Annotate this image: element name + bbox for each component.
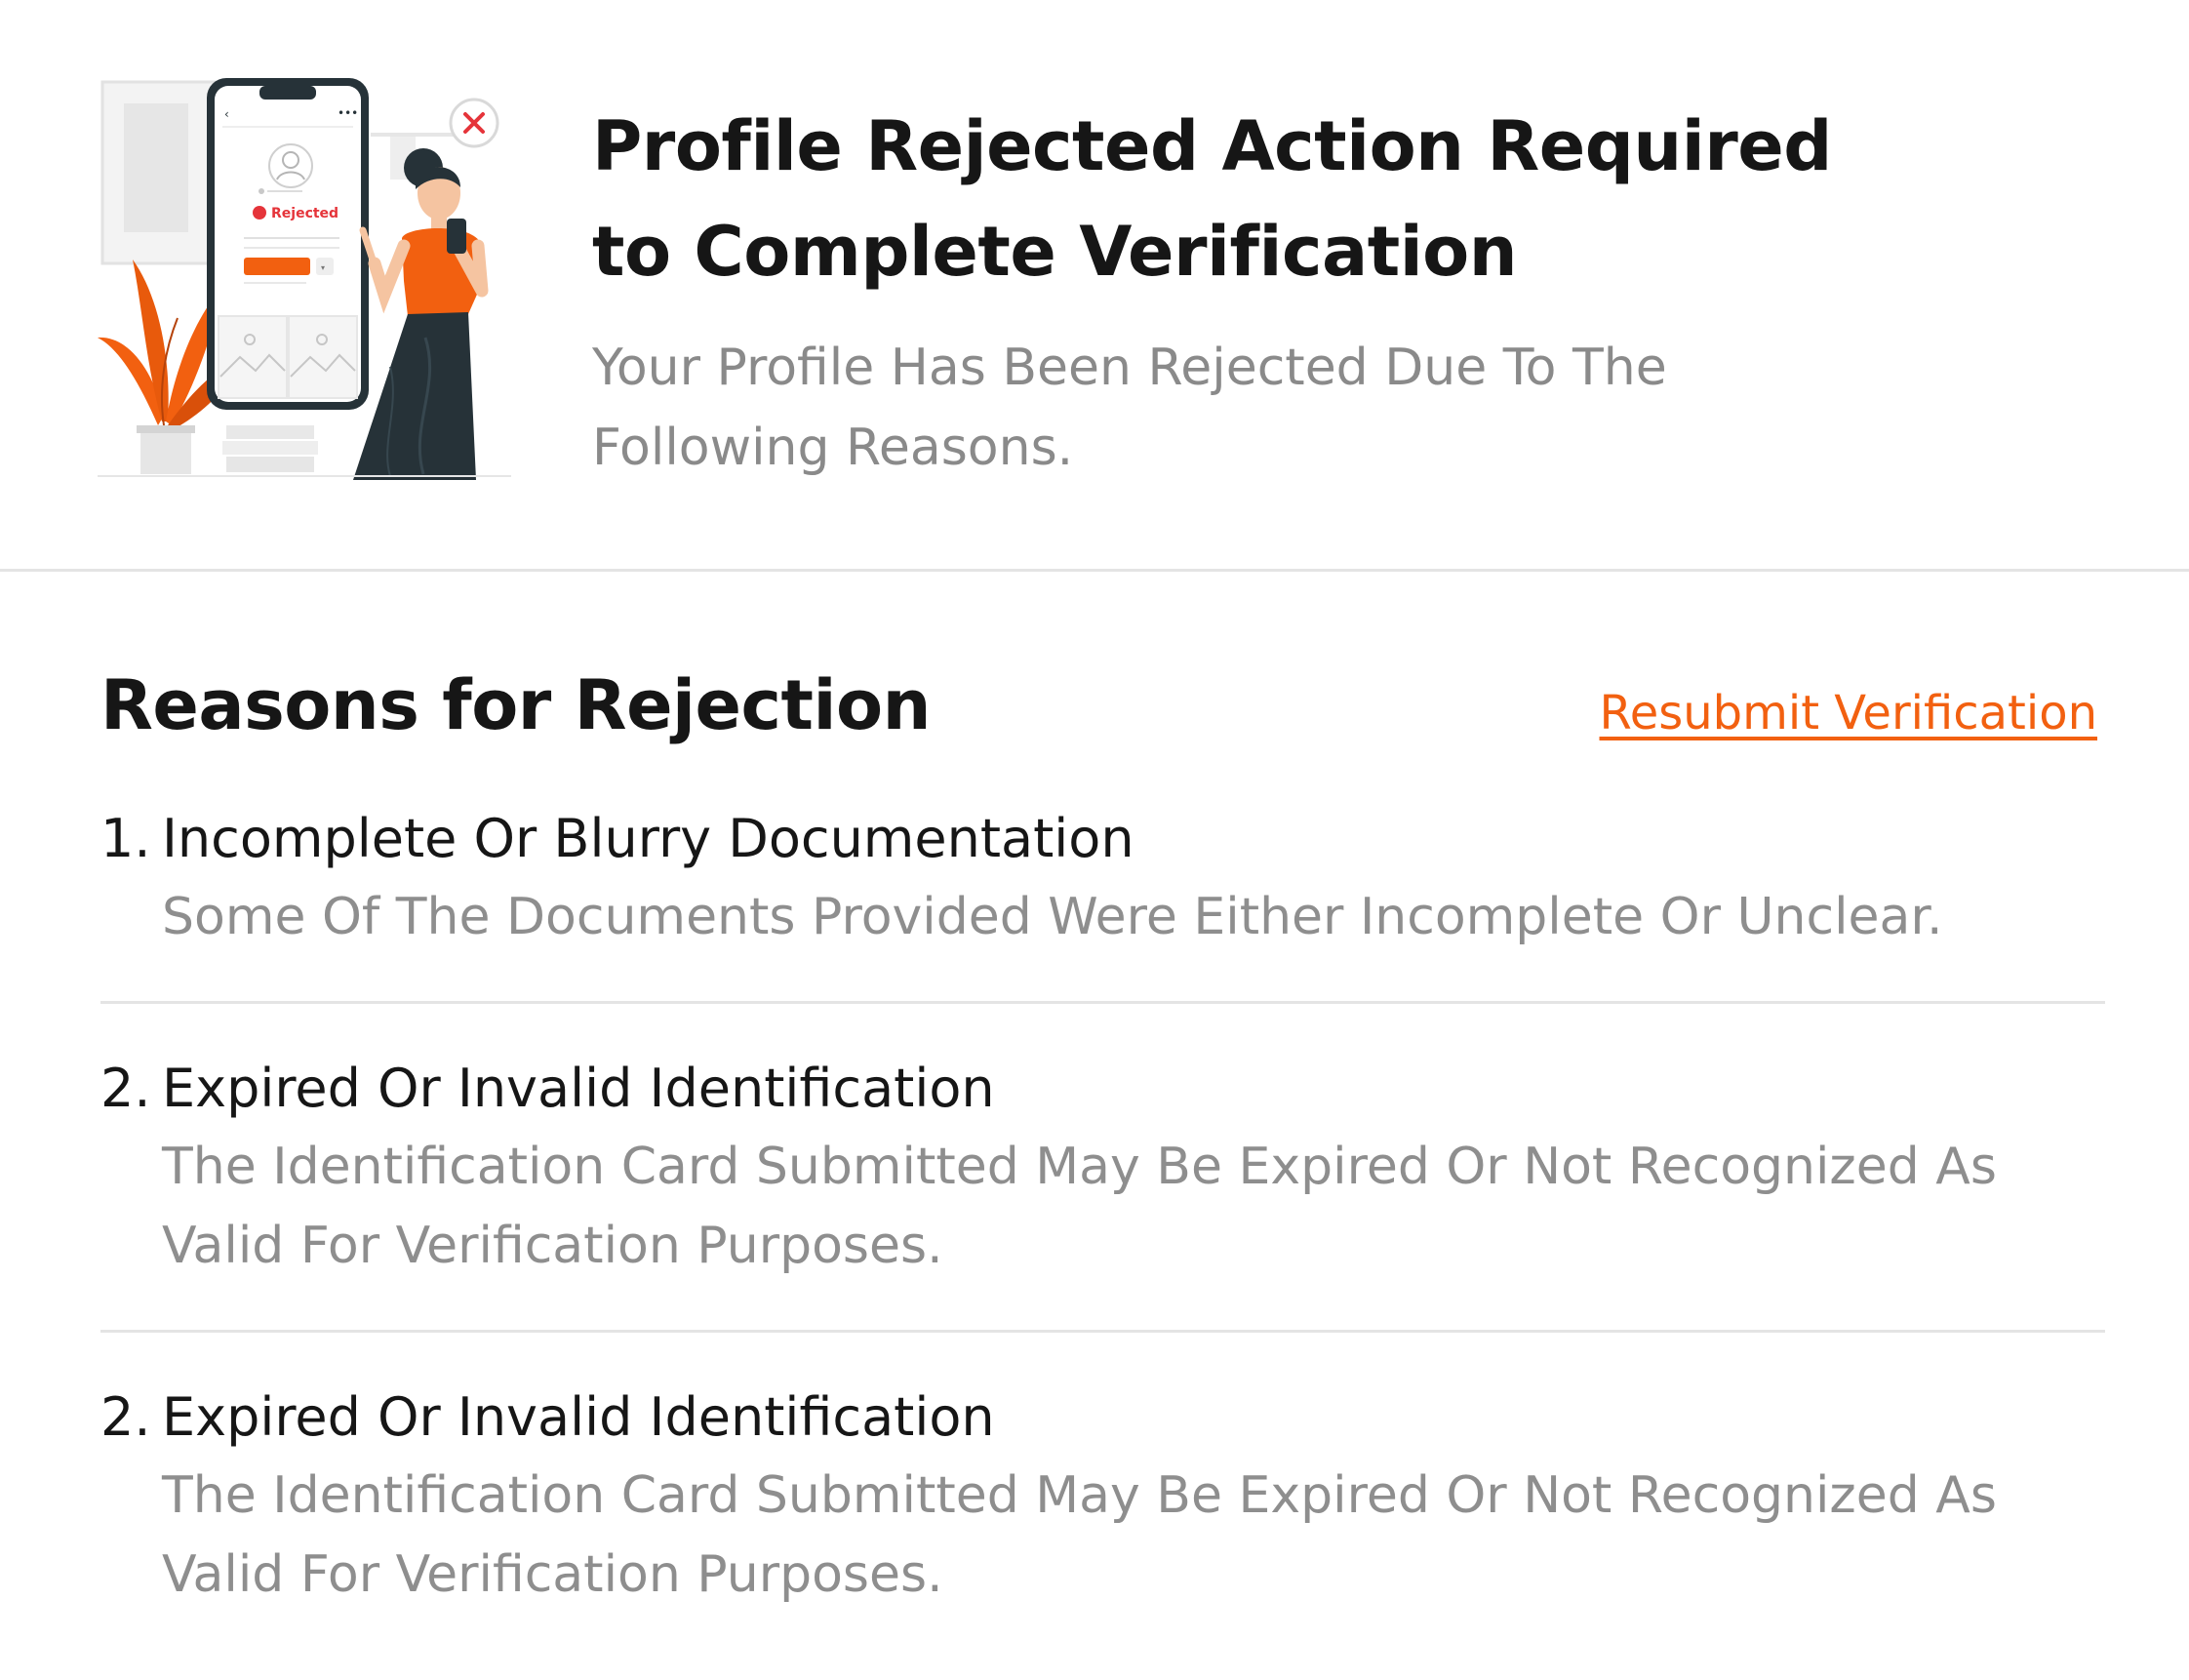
page-title-line-2: to Complete Verification bbox=[592, 212, 1518, 292]
reasons-list: 1. Incomplete Or Blurry Documentation So… bbox=[100, 800, 2105, 1615]
reasons-heading: Reasons for Rejection bbox=[100, 665, 931, 745]
reason-description: Some Of The Documents Provided Were Eith… bbox=[162, 878, 2105, 957]
phone-status-label: Rejected bbox=[271, 206, 338, 221]
svg-text:‹: ‹ bbox=[224, 107, 229, 121]
reasons-section-header: Reasons for Rejection Resubmit Verificat… bbox=[100, 656, 2097, 753]
page-title: Profile Rejected Action Required to Comp… bbox=[592, 94, 1958, 304]
background-frame-inner bbox=[124, 103, 188, 232]
phone-mockup: ‹ ••• Rejected ▾ bbox=[207, 78, 369, 410]
reason-item: 1. Incomplete Or Blurry Documentation So… bbox=[100, 800, 2105, 957]
profile-rejected-page: ‹ ••• Rejected ▾ Profile Rejected Action… bbox=[0, 0, 2189, 1680]
reason-description-line: Some Of The Documents Provided Were Eith… bbox=[162, 888, 1943, 946]
reason-title: Expired Or Invalid Identification bbox=[162, 1058, 995, 1119]
reason-title: Expired Or Invalid Identification bbox=[162, 1386, 995, 1448]
woman-figure bbox=[353, 148, 489, 480]
page-title-line-1: Profile Rejected Action Required bbox=[592, 106, 1832, 186]
avatar-icon bbox=[268, 143, 313, 188]
hero-text-block: Profile Rejected Action Required to Comp… bbox=[592, 94, 1958, 488]
reason-number: 2. bbox=[100, 1058, 151, 1119]
reason-description-line: The Identification Card Submitted May Be… bbox=[162, 1466, 1997, 1525]
reason-description-line: The Identification Card Submitted May Be… bbox=[162, 1138, 1997, 1196]
rejected-dot-icon bbox=[253, 206, 266, 220]
header-divider bbox=[0, 569, 2189, 572]
resubmit-verification-link[interactable]: Resubmit Verification bbox=[1600, 681, 2098, 745]
reason-description: The Identification Card Submitted May Be… bbox=[162, 1128, 2105, 1286]
svg-text:▾: ▾ bbox=[321, 263, 325, 272]
reason-description-line: Valid For Verification Purposes. bbox=[162, 1217, 943, 1275]
svg-text:•••: ••• bbox=[338, 106, 358, 120]
reason-item: 2. Expired Or Invalid Identification The… bbox=[100, 1050, 2105, 1286]
reason-item: 2. Expired Or Invalid Identification The… bbox=[100, 1379, 2105, 1615]
reason-divider bbox=[100, 1001, 2105, 1004]
page-subtitle-line-2: Following Reasons. bbox=[592, 419, 1074, 477]
reason-number: 1. bbox=[100, 808, 151, 869]
reason-description: The Identification Card Submitted May Be… bbox=[162, 1457, 2105, 1615]
rejection-header: ‹ ••• Rejected ▾ Profile Rejected Action… bbox=[0, 0, 2189, 572]
rejected-profile-illustration: ‹ ••• Rejected ▾ bbox=[98, 78, 511, 480]
books-stack bbox=[222, 425, 318, 472]
reason-description-line: Valid For Verification Purposes. bbox=[162, 1545, 943, 1604]
page-subtitle-line-1: Your Profile Has Been Rejected Due To Th… bbox=[592, 339, 1667, 397]
reject-close-icon bbox=[449, 98, 499, 148]
reason-number: 2. bbox=[100, 1386, 151, 1448]
reason-divider bbox=[100, 1330, 2105, 1333]
reason-title: Incomplete Or Blurry Documentation bbox=[162, 808, 1134, 869]
page-subtitle: Your Profile Has Been Rejected Due To Th… bbox=[592, 328, 1763, 488]
